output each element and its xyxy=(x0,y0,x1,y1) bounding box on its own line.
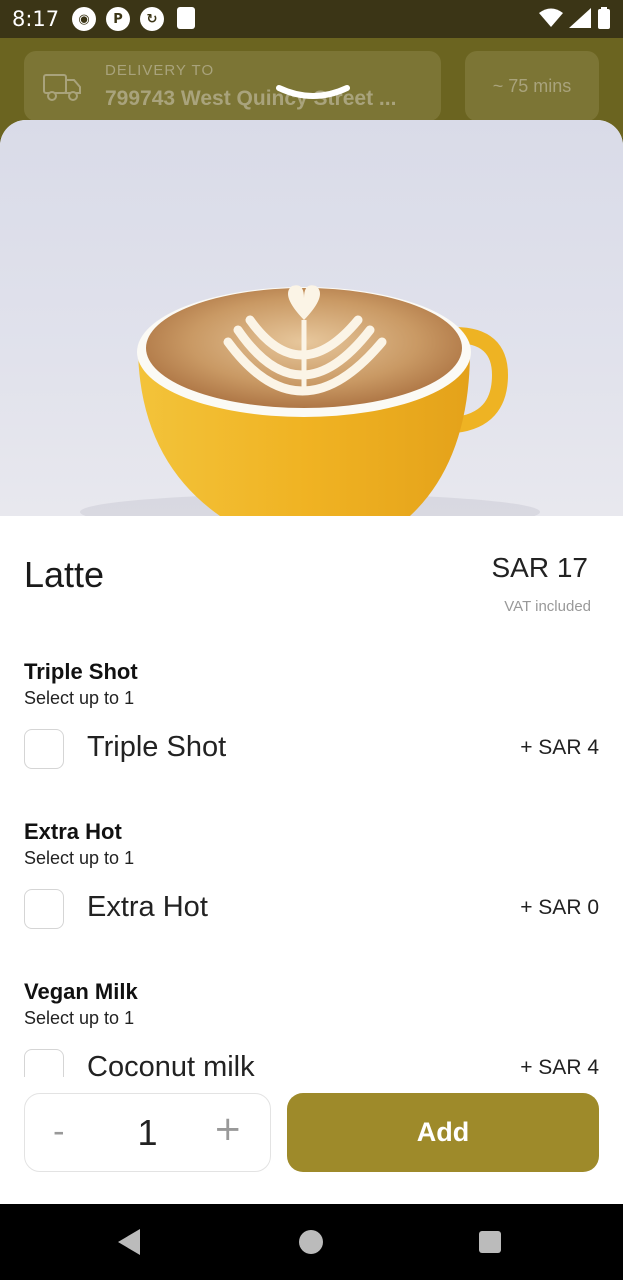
chevron-down-icon[interactable] xyxy=(274,82,352,106)
signal-icon xyxy=(569,8,591,28)
sd-card-icon xyxy=(177,7,195,29)
group-subtitle: Select up to 1 xyxy=(24,848,135,868)
delivery-address-card[interactable]: DELIVERY TO 799743 West Quincy Street ..… xyxy=(24,51,441,121)
app-notification-icon: ◉ xyxy=(72,7,96,31)
back-icon[interactable] xyxy=(118,1229,140,1255)
battery-icon xyxy=(598,7,610,29)
delivery-label: DELIVERY TO xyxy=(105,62,215,79)
option-price: + SAR 0 xyxy=(520,896,599,919)
increase-quantity-button[interactable]: + xyxy=(214,1109,243,1149)
option-label: Extra Hot xyxy=(87,891,208,923)
option-price: + SAR 4 xyxy=(520,1056,599,1077)
option-group-triple-shot: Triple Shot Select up to 1 Triple Shot +… xyxy=(24,659,599,769)
eta-card: ~ 75 mins xyxy=(465,51,599,121)
latte-image xyxy=(80,285,540,516)
option-group-extra-hot: Extra Hot Select up to 1 Extra Hot + SAR… xyxy=(24,819,599,929)
status-time: 8:17 xyxy=(12,7,60,31)
option-price: + SAR 4 xyxy=(520,736,599,759)
notification-icons: ◉ P ↻ xyxy=(72,7,195,31)
system-icons xyxy=(539,7,611,29)
home-icon[interactable] xyxy=(299,1230,323,1254)
wifi-icon xyxy=(539,8,563,27)
add-to-cart-button[interactable]: Add xyxy=(287,1093,599,1172)
sheet-scroll-area[interactable]: Latte SAR 17 VAT included Triple Shot Se… xyxy=(0,120,623,1077)
group-subtitle: Select up to 1 xyxy=(24,1008,135,1028)
option-group-vegan-milk: Vegan Milk Select up to 1 Coconut milk +… xyxy=(24,979,599,1077)
checkbox[interactable] xyxy=(24,729,64,769)
eta-text: ~ 75 mins xyxy=(492,76,572,96)
status-bar: 8:17 ◉ P ↻ xyxy=(0,0,623,38)
sync-icon: ↻ xyxy=(140,7,164,31)
group-title: Triple Shot xyxy=(24,659,138,684)
vat-note: VAT included xyxy=(504,598,591,615)
option-row-extra-hot[interactable]: Extra Hot + SAR 0 xyxy=(24,889,599,929)
delivery-address: 799743 West Quincy Street ... xyxy=(105,87,397,110)
checkbox[interactable] xyxy=(24,889,64,929)
product-price: SAR 17 xyxy=(491,552,589,583)
recents-icon[interactable] xyxy=(479,1231,501,1253)
group-title: Vegan Milk xyxy=(24,979,138,1004)
option-label: Coconut milk xyxy=(87,1051,255,1077)
p-app-icon: P xyxy=(106,7,130,31)
checkbox[interactable] xyxy=(24,1049,64,1077)
option-row-coconut-milk[interactable]: Coconut milk + SAR 4 xyxy=(24,1049,599,1077)
product-name: Latte xyxy=(24,554,105,595)
option-row-triple-shot[interactable]: Triple Shot + SAR 4 xyxy=(24,729,599,769)
option-label: Triple Shot xyxy=(87,731,227,763)
quantity-stepper: - 1 + xyxy=(24,1093,271,1172)
product-image xyxy=(0,120,623,516)
truck-icon xyxy=(43,74,81,101)
group-title: Extra Hot xyxy=(24,819,122,844)
product-sheet: Latte SAR 17 VAT included Triple Shot Se… xyxy=(0,120,623,1204)
system-nav-bar xyxy=(0,1204,623,1280)
group-subtitle: Select up to 1 xyxy=(24,688,135,708)
